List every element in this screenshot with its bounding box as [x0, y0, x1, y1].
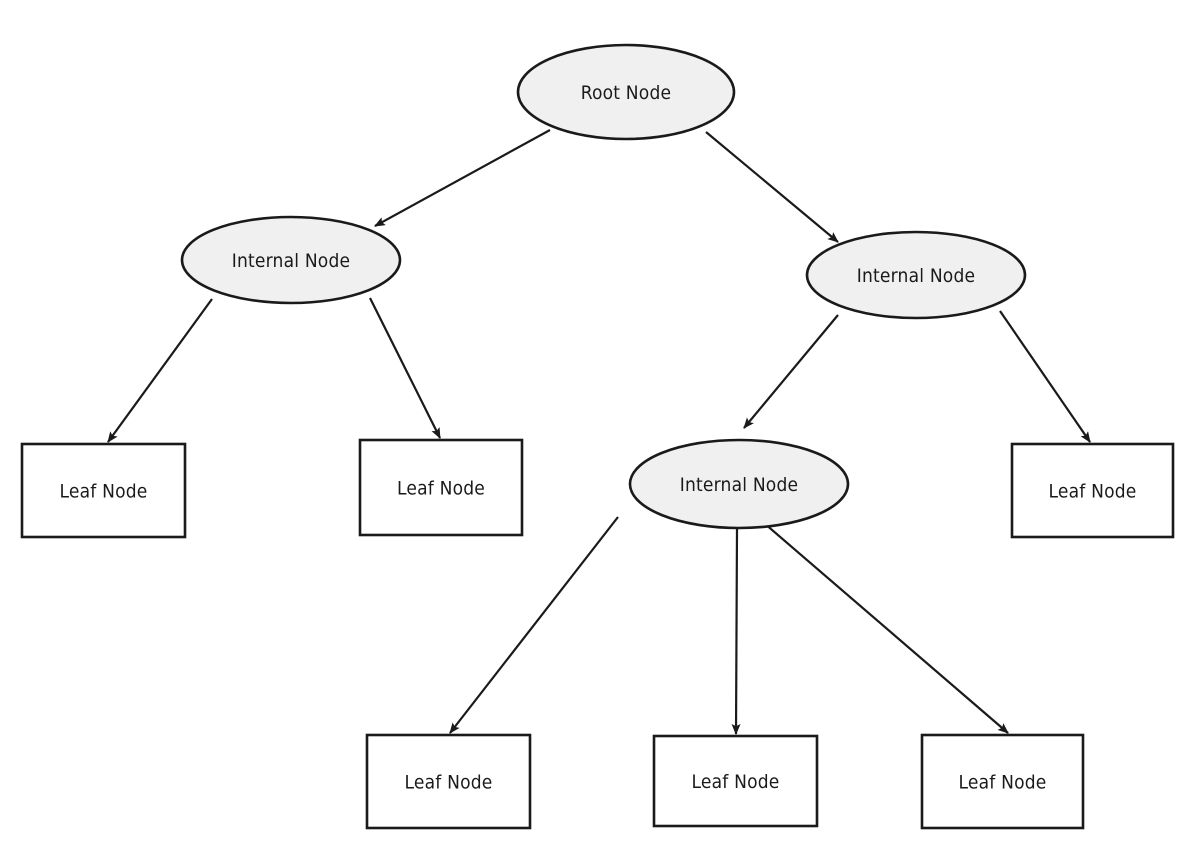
node-label-leaf-6: Leaf Node	[958, 772, 1046, 794]
node-label-leaf-2: Leaf Node	[397, 478, 485, 500]
node-leaf-5[interactable]: Leaf Node	[652, 734, 819, 828]
node-internal-left[interactable]: Internal Node	[180, 215, 402, 305]
node-label-internal-right: Internal Node	[857, 265, 975, 287]
tree-diagram-canvas: Root Node Internal Node Internal Node Inter…	[0, 0, 1200, 864]
node-label-leaf-4: Leaf Node	[404, 772, 492, 794]
edge-internal-right-leaf-3	[999, 310, 1091, 443]
edge-internal-bottom-leaf-5	[731, 528, 741, 735]
edge-internal-left-leaf-2	[369, 297, 441, 439]
edge-internal-left-leaf-1	[107, 298, 213, 443]
node-leaf-1[interactable]: Leaf Node	[20, 442, 187, 539]
node-label-leaf-3: Leaf Node	[1048, 481, 1136, 503]
edge-internal-bottom-leaf-4	[449, 516, 619, 734]
node-root[interactable]: Root Node	[516, 43, 736, 141]
node-label-leaf-1: Leaf Node	[59, 481, 147, 503]
edge-internal-bottom-leaf-6	[756, 516, 1009, 734]
node-label-root: Root Node	[581, 82, 671, 104]
edge-root-internal-right	[705, 131, 839, 243]
node-label-internal-bottom: Internal Node	[680, 474, 798, 496]
node-internal-bottom[interactable]: Internal Node	[628, 438, 850, 530]
edge-root-internal-left	[374, 129, 551, 227]
node-leaf-6[interactable]: Leaf Node	[920, 733, 1085, 830]
edge-internal-right-internal-bottom	[743, 314, 839, 429]
node-label-leaf-5: Leaf Node	[691, 771, 779, 793]
node-leaf-3[interactable]: Leaf Node	[1010, 442, 1175, 539]
node-label-internal-left: Internal Node	[232, 250, 350, 272]
nodes-layer: Root Node Internal Node Internal Node Inter…	[20, 43, 1175, 830]
node-internal-right[interactable]: Internal Node	[805, 230, 1027, 320]
node-leaf-4[interactable]: Leaf Node	[365, 733, 532, 830]
node-leaf-2[interactable]: Leaf Node	[358, 438, 524, 537]
tree-diagram-svg: Root Node Internal Node Internal Node Inter…	[20, 43, 1175, 830]
